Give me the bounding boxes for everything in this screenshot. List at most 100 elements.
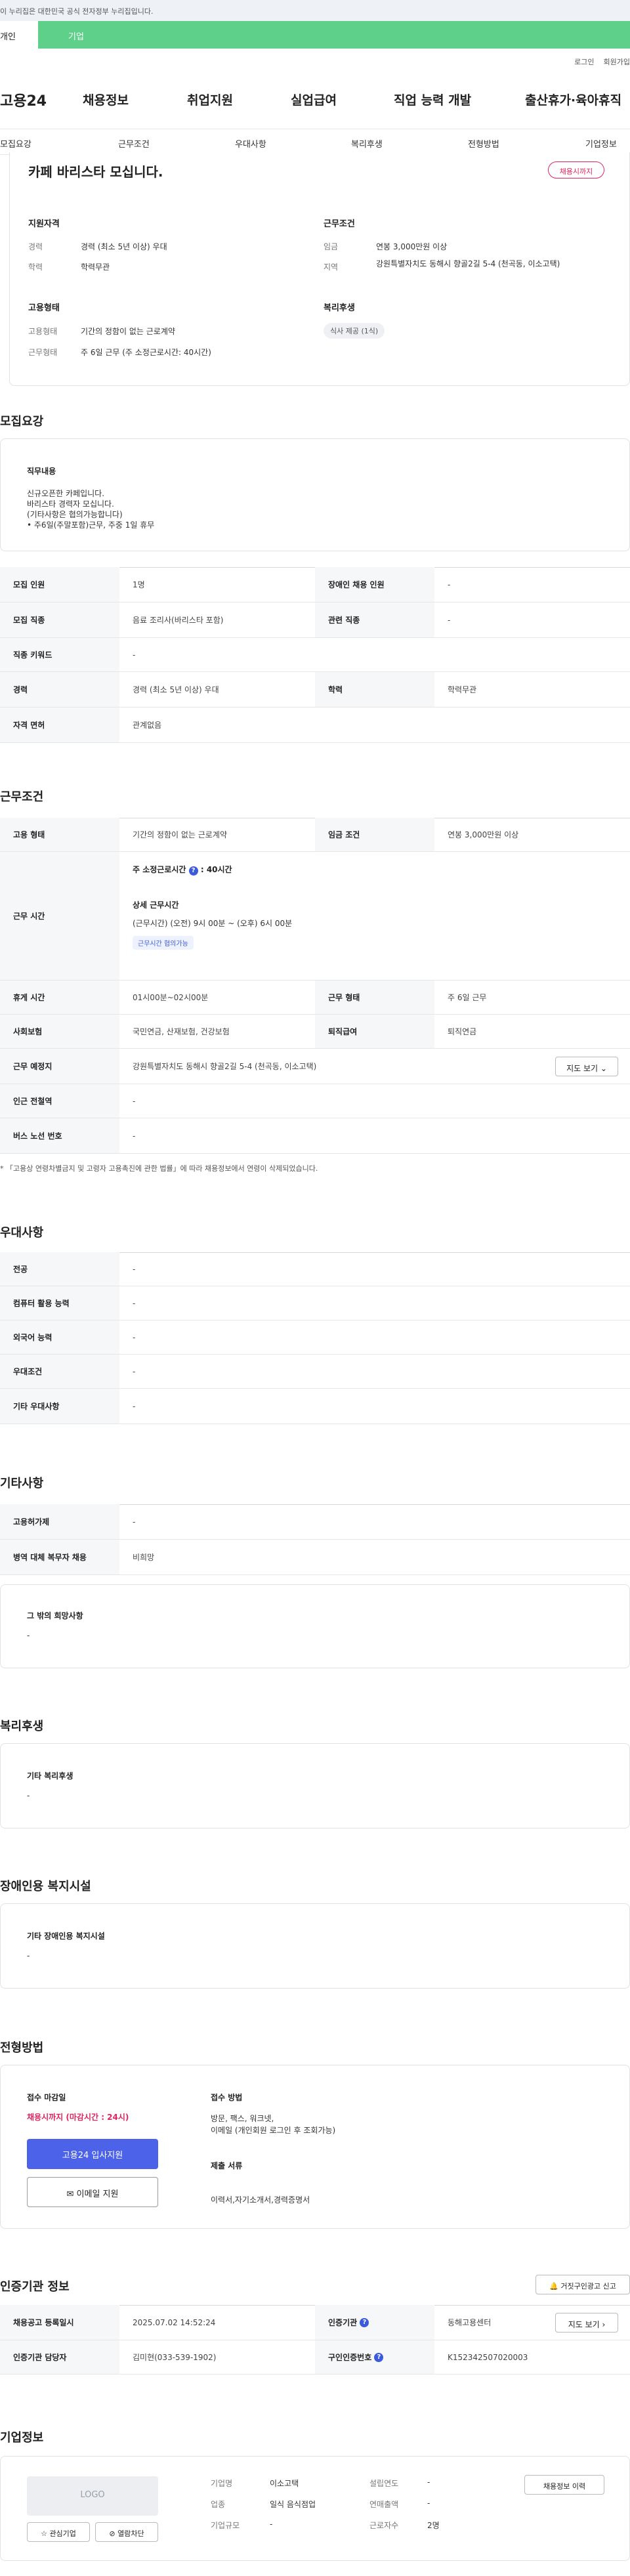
info-icon[interactable]: ? [374,2352,384,2362]
row-value: - [133,1131,136,1141]
row-header: 외국어 능력 [0,1320,119,1354]
tab-personal[interactable]: 개인 [0,21,38,49]
job-title: 카페 바리스타 모십니다. [28,164,163,180]
row-value: 2025.07.02 14:52:24 [133,2317,216,2327]
row-header: 임금 조건 [315,818,434,851]
user-type-tabs: 개인 기업 [0,21,630,49]
table-row: 고용허가제 - [0,1504,630,1540]
row-header: 모집 인원 [0,567,119,602]
company-logo: LOGO [27,2476,158,2516]
nav-item-jobs[interactable]: 채용정보 [83,91,129,108]
map-view-label: 지도 보기 [566,1064,598,1073]
main-nav: 고용24 채용정보 취업지원 실업급여 직업 능력 개발 출산휴가·육아휴직 [0,81,630,114]
table-row: 모집 직종 음료 조리사(바리스타 포함) 관련 직종 - [0,602,630,638]
subnav-recruit[interactable]: 모집요강 [0,137,32,150]
row-value: - [133,1401,136,1411]
nav-item-parental-leave[interactable]: 출산휴가·육아휴직 [525,91,621,108]
email-apply-button[interactable]: ✉ 이메일 지원 [27,2177,158,2207]
welfare-box-title: 기타 복리후생 [27,1771,74,1781]
disab-section-title: 장애인용 복지시설 [0,1880,91,1893]
block-view-button[interactable]: ⊘ 열람차단 [95,2522,158,2542]
row-header-text: 구인인증번호 [328,2353,372,2362]
site-logo[interactable]: 고용24 [0,89,47,110]
qual-title: 지원자격 [28,219,60,229]
method-line: 방문, 팩스, 워크넷, [211,2114,274,2123]
section-subnav: 모집요강 근무조건 우대사항 복리후생 전형방법 기업정보 [0,129,630,155]
info-icon[interactable]: ? [188,866,198,876]
favorite-company-button[interactable]: ☆ 관심기업 [27,2522,90,2542]
signup-link[interactable]: 회원가입 [604,58,630,66]
emp-title: 고용형태 [28,303,60,313]
nav-item-job-training[interactable]: 직업 능력 개발 [394,91,471,108]
emp-label: 근무형태 [28,348,58,357]
row-header: 경력 [0,672,119,707]
row-header: 우대조건 [0,1355,119,1388]
qual-label: 경력 [28,242,43,251]
company-field-label: 업종 [211,2500,226,2509]
row-value: 관계없음 [133,721,162,730]
row-value: 국민연금, 산재보험, 건강보험 [133,1027,230,1036]
work-section-title: 근무조건 [0,790,44,804]
cond-title: 근무조건 [324,219,355,229]
docs-title: 제출 서류 [211,2161,243,2170]
duty-line: 신규오픈한 카페입니다. [27,489,105,498]
report-fake-ad-button[interactable]: 🔔 거짓구인광고 신고 [536,2275,630,2294]
row-value: 학력무관 [448,685,477,694]
status-badge: 채용시까지 [548,161,604,179]
qual-value: 경력 (최소 5년 이상) 우대 [81,242,167,251]
welfare-box: 기타 복리후생 - [0,1743,630,1828]
row-value: - [133,1366,136,1376]
nav-item-unemployment-benefit[interactable]: 실업급여 [291,91,337,108]
table-row: 경력 경력 (최소 5년 이상) 우대 학력 학력무관 [0,672,630,707]
job-history-button[interactable]: 채용정보 이력 [524,2475,604,2495]
hours-chip: 근무시간 협의가능 [133,936,194,950]
subnav-process[interactable]: 전형방법 [468,137,499,150]
etc-section-title: 기타사항 [0,1477,44,1490]
row-value: 연봉 3,000만원 이상 [448,830,519,839]
cert-map-button[interactable]: 지도 보기 › [555,2313,618,2333]
info-icon[interactable]: ? [360,2317,369,2327]
nav-item-employment-support[interactable]: 취업지원 [187,91,233,108]
company-field-value: - [270,2520,273,2529]
summary-card: 카페 바리스타 모십니다. 채용시까지 지원자격 경력 경력 (최소 5년 이상… [9,152,630,386]
row-value: 김미현(033-539-1902) [133,2353,217,2362]
block-icon: ⊘ [109,2529,116,2538]
company-field-value: 일식 음식점업 [270,2500,316,2509]
table-row: 컴퓨터 활용 능력 - [0,1286,630,1320]
row-header: 장애인 채용 인원 [315,567,434,602]
table-row: 버스 노선 번호 - [0,1118,630,1154]
company-field-value: - [427,2478,430,2487]
detail-hours-title: 상세 근무시간 [133,900,179,910]
table-row: 인증기관 담당자 김미현(033-539-1902) 구인인증번호 ? K152342… [0,2340,630,2375]
row-value: 강원특별자치도 동해시 향골2길 5-4 (천곡동, 이소고택) [133,1062,317,1071]
row-header: 기타 우대사항 [0,1389,119,1424]
subnav-welfare[interactable]: 복리후생 [351,137,383,150]
row-header: 채용공고 등록일시 [0,2305,119,2340]
mail-icon: ✉ [66,2189,74,2199]
table-row: 휴게 시간 01시00분~02시00분 근무 형태 주 6일 근무 [0,981,630,1015]
row-value: - [133,1096,136,1106]
login-link[interactable]: 로그인 [574,58,594,66]
row-header: 관련 직종 [315,602,434,637]
etc-box-title: 그 밖의 희망사항 [27,1611,83,1620]
tab-company[interactable]: 기업 [38,21,630,49]
row-header: 전공 [0,1252,119,1286]
subnav-company[interactable]: 기업정보 [585,137,617,150]
docs-value: 이력서,자기소개서,경력증명서 [211,2195,310,2205]
apply-button[interactable]: 고용24 입사지원 [27,2139,158,2169]
row-header: 직종 키워드 [0,638,119,671]
disab-box-value: - [27,1951,30,1960]
table-row: 채용공고 등록일시 2025.07.02 14:52:24 인증기관 ? 동해고용센터… [0,2305,630,2340]
row-value: 음료 조리사(바리스타 포함) [133,616,224,625]
cond-value: 연봉 3,000만원 이상 [376,242,448,251]
row-header: 근무 예정지 [0,1049,119,1084]
subnav-work[interactable]: 근무조건 [118,137,150,150]
etc-box-value: - [27,1631,30,1640]
table-row: 병역 대체 복무자 채용 비희망 [0,1540,630,1575]
row-header: 퇴직급여 [315,1015,434,1048]
map-view-button[interactable]: 지도 보기 ⌄ [555,1057,618,1076]
emp-value: 기간의 정함이 없는 근로계약 [81,327,175,336]
bell-icon: 🔔 [549,2282,558,2291]
subnav-pref[interactable]: 우대사항 [235,137,266,150]
row-header: 근무 형태 [315,981,434,1014]
